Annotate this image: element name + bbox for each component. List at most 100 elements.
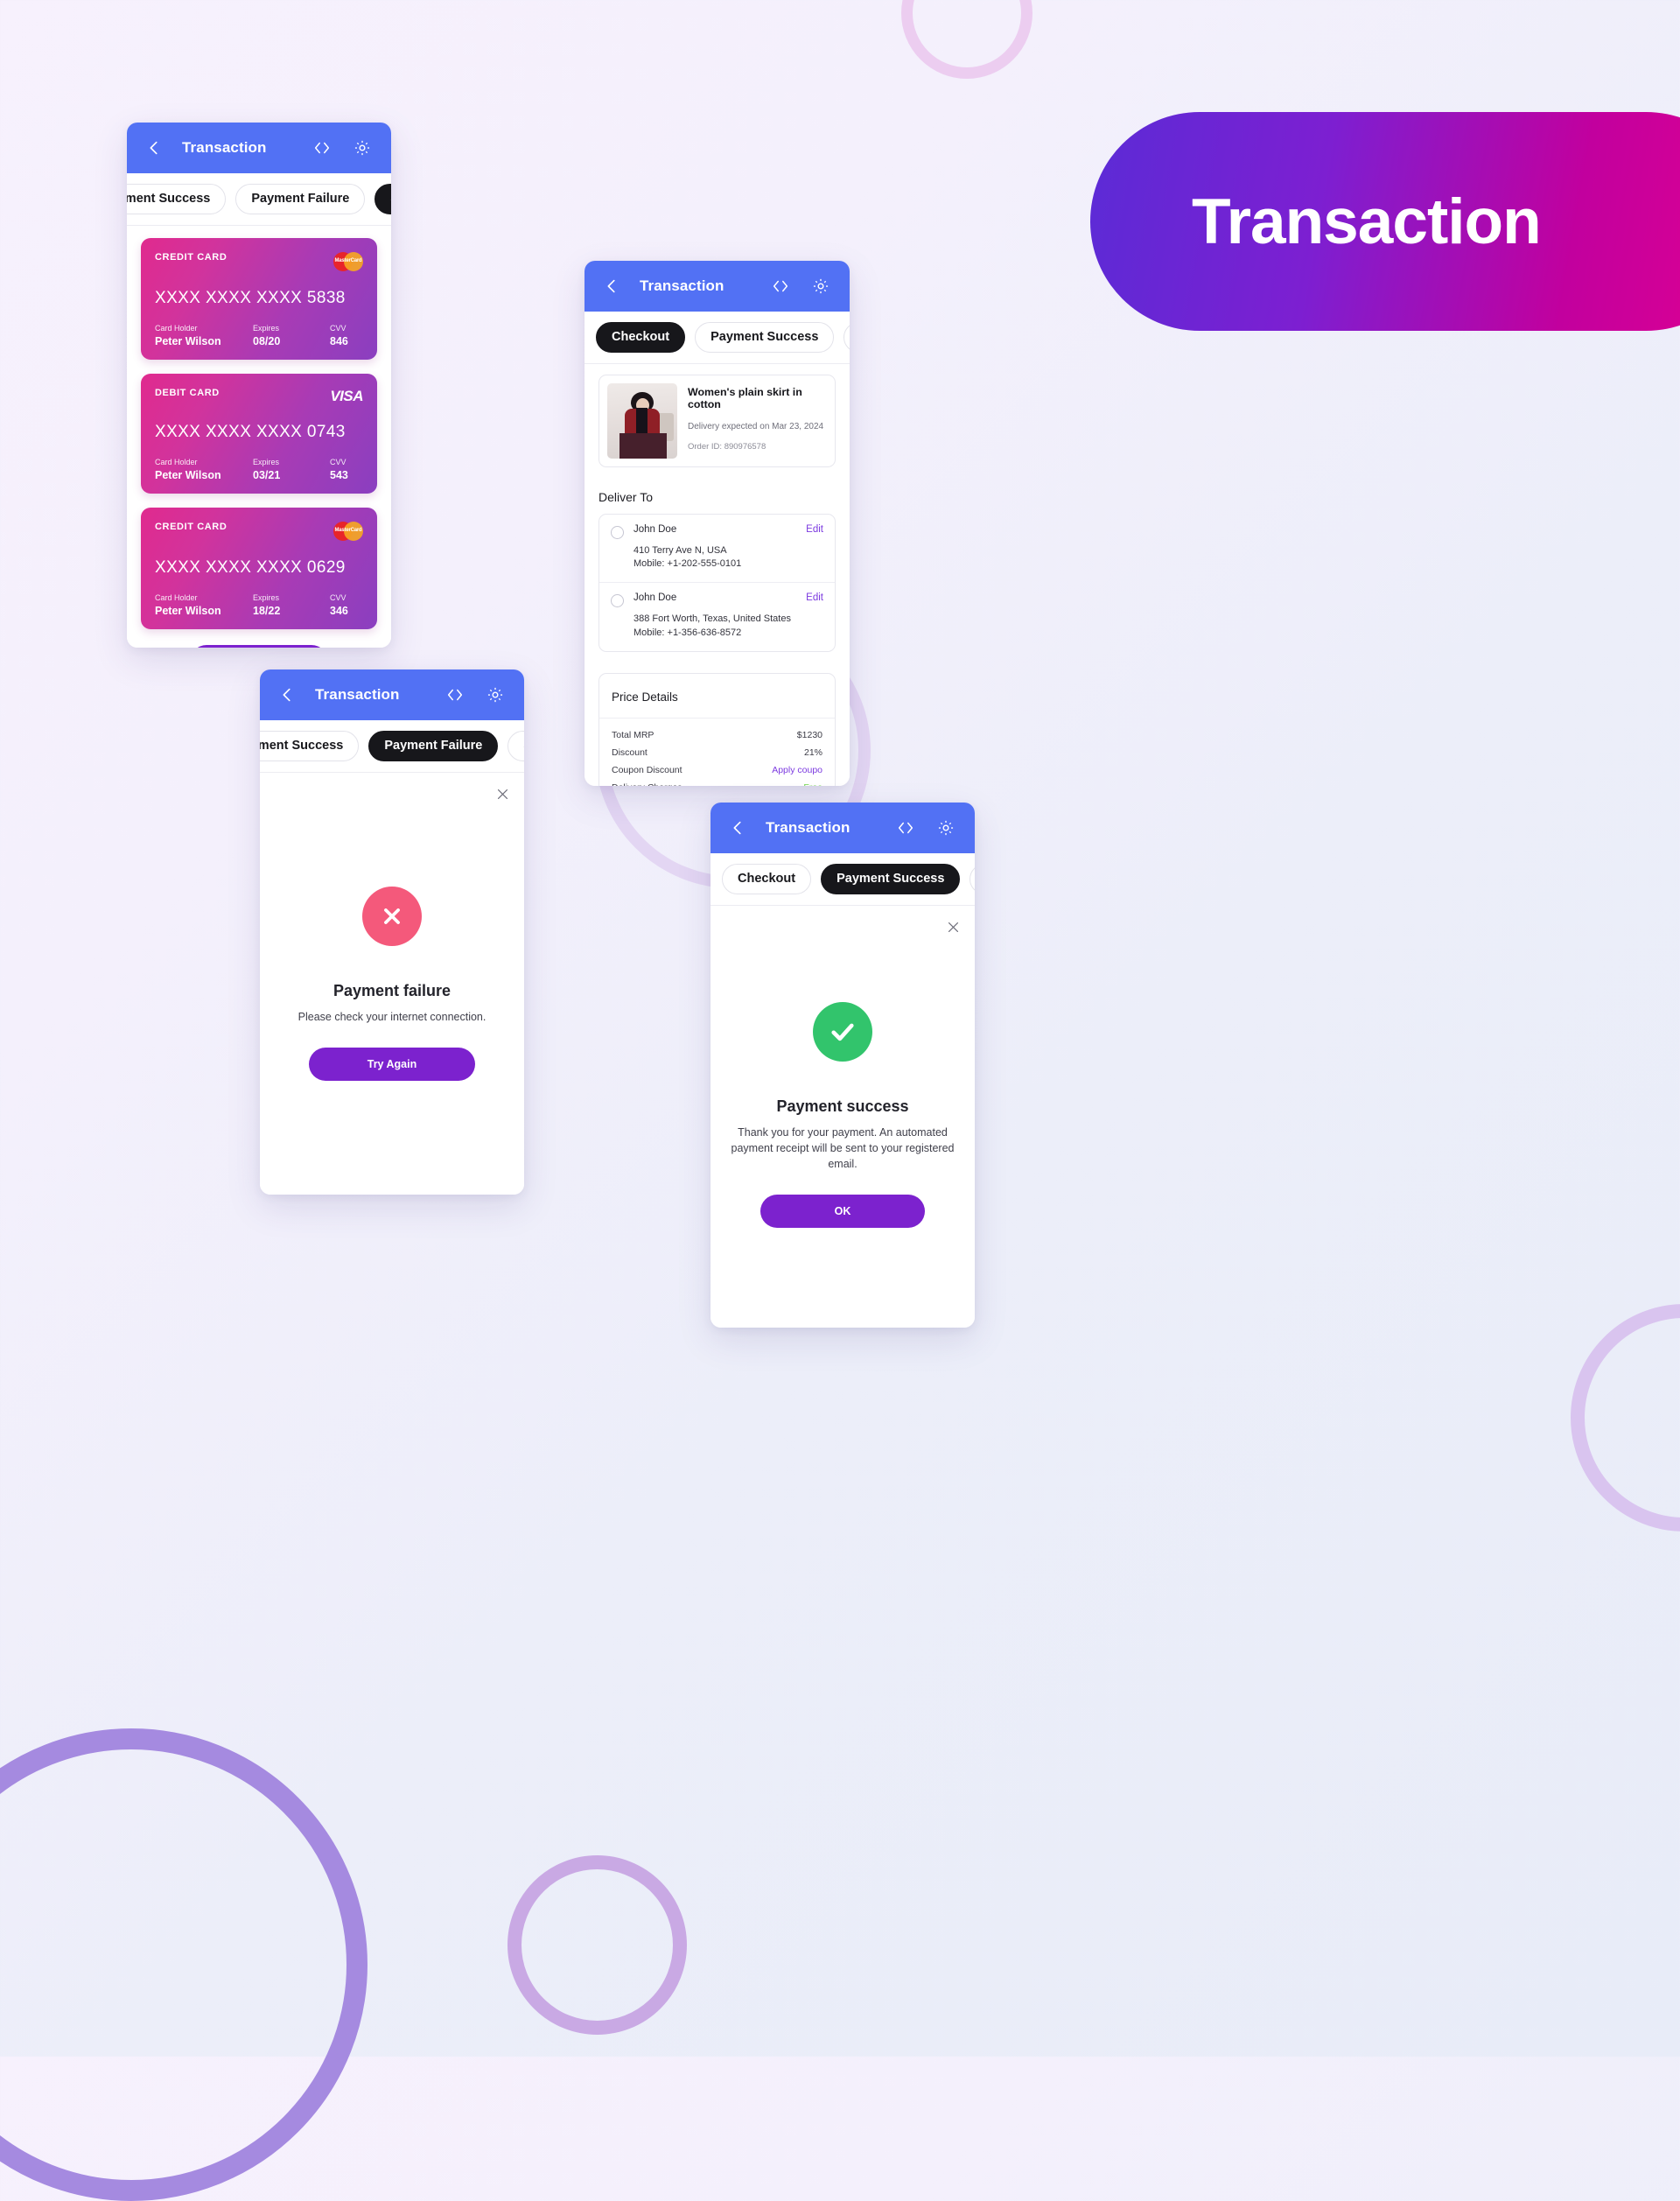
chevron-left-icon[interactable] [602,277,621,296]
saved-card-item[interactable]: CREDIT CARD MasterCard XXXX XXXX XXXX 58… [141,238,377,360]
card-holder-label: Card Holder [155,458,198,466]
address-option[interactable]: John Doe Edit 410 Terry Ave N, USA Mobil… [599,515,835,582]
phone-screen-payment-failure: Transaction Payment Success Payment Fail… [260,669,524,1195]
tab-checkout[interactable]: Checkout [722,864,812,894]
chevron-left-icon[interactable] [144,138,164,158]
edit-address-link[interactable]: Edit [806,592,823,603]
ok-button[interactable]: OK [760,1195,925,1229]
card-number: XXXX XXXX XXXX 0743 [155,423,346,441]
close-icon[interactable] [495,787,510,802]
code-icon[interactable] [896,818,915,838]
price-row: Total MRP $1230 [612,726,822,744]
card-expires-value: 03/21 [253,469,281,481]
code-icon[interactable] [445,685,465,704]
address-option[interactable]: John Doe Edit 388 Fort Worth, Texas, Uni… [599,582,835,650]
card-holder-value: Peter Wilson [155,335,221,347]
tab-payment-failure[interactable]: Payment Failure [235,184,366,214]
chevron-left-icon[interactable] [728,818,747,838]
decorative-ring-bottom-large [0,1728,368,2201]
card-cvv-label: CVV [330,324,346,333]
status-title: Payment failure [332,982,452,999]
check-circle-icon [813,1002,872,1062]
status-message: Please check your internet connection. [298,1011,486,1023]
price-row-key: Coupon Discount [612,764,682,775]
appbar: Transaction [710,803,975,853]
address-list: John Doe Edit 410 Terry Ave N, USA Mobil… [598,514,836,652]
decorative-ring-top [901,0,1032,79]
checkout-body: Women's plain skirt in cotton Delivery e… [584,364,850,786]
price-row-key: Total MRP [612,729,654,740]
card-expires-label: Expires [253,458,280,466]
address-line-1: 410 Terry Ave N, USA [634,545,727,556]
address-line-1: 388 Fort Worth, Texas, United States [634,613,791,625]
edit-address-link[interactable]: Edit [806,524,823,535]
appbar-title: Transaction [640,277,724,294]
mastercard-wordmark: MasterCard [334,258,362,263]
chevron-left-icon[interactable] [277,685,297,704]
try-again-button[interactable]: Try Again [309,1048,475,1082]
card-number: XXXX XXXX XXXX 5838 [155,289,346,307]
phone-screen-saved-cards: Transaction Payment Success Payment Fail… [127,123,391,648]
order-product-card[interactable]: Women's plain skirt in cotton Delivery e… [598,375,836,467]
price-details-heading: Price Details [599,674,835,718]
add-card-footer: ADD NEW CARD [141,643,377,648]
tab-payment-success[interactable]: Payment Success [127,184,227,214]
saved-card-item[interactable]: CREDIT CARD MasterCard XXXX XXXX XXXX 06… [141,508,377,629]
card-expires-value: 08/20 [253,335,281,347]
mastercard-icon: MasterCard [333,522,363,541]
price-row-value: Free [803,782,822,786]
code-icon[interactable] [312,138,332,158]
close-icon[interactable] [946,920,961,935]
payment-success-body: Payment success Thank you for your payme… [710,906,975,1328]
appbar-title: Transaction [315,686,400,703]
product-delivery-date: Delivery expected on Mar 23, 2024 [688,422,824,431]
appbar: Transaction [127,123,391,173]
price-row: Discount 21% [612,744,822,761]
appbar: Transaction [584,261,850,312]
product-thumbnail [607,383,677,459]
card-holder-label: Card Holder [155,324,198,333]
payment-failure-body: Payment failure Please check your intern… [260,773,524,1195]
card-kind-label: DEBIT CARD [155,388,220,398]
tab-payment-failure[interactable]: Payment Failure [368,731,499,761]
card-holder-value: Peter Wilson [155,605,221,617]
price-row-key: Discount [612,747,648,758]
gear-icon[interactable] [936,818,956,838]
code-icon[interactable] [771,277,790,296]
tab-saved-cards[interactable]: Saved Cards [508,731,524,761]
tab-bar: Payment Success Payment Failure Saved Ca… [127,173,391,226]
address-line-2: Mobile: +1-356-636-8572 [634,627,742,638]
price-row-value: 21% [803,747,822,758]
address-radio[interactable] [611,526,624,539]
page-title: Transaction [1192,186,1542,257]
decorative-ring-bottom-small [508,1855,687,2035]
card-expires-label: Expires [253,324,280,333]
tab-payment-success[interactable]: Payment Success [260,731,360,761]
add-new-card-button[interactable]: ADD NEW CARD [190,645,328,648]
price-row-key: Delivery Charges [612,782,682,786]
address-radio[interactable] [611,594,624,608]
gear-icon[interactable] [811,277,830,296]
tab-payment-success[interactable]: Payment Success [695,322,835,353]
gear-icon[interactable] [486,685,505,704]
card-kind-label: CREDIT CARD [155,252,228,263]
address-name: John Doe [634,524,677,535]
product-title: Women's plain skirt in cotton [688,386,802,410]
tab-payment-failure[interactable]: Payment Failure [970,864,975,894]
tab-payment-success[interactable]: Payment Success [821,864,961,894]
card-kind-label: CREDIT CARD [155,522,228,532]
gear-icon[interactable] [353,138,372,158]
phone-screen-payment-success: Transaction Checkout Payment Success Pay… [710,803,975,1328]
apply-coupon-link[interactable]: Apply coupo [772,765,822,775]
mastercard-wordmark: MasterCard [334,528,362,533]
tab-bar: Checkout Payment Success Payment Failure [584,312,850,364]
card-number: XXXX XXXX XXXX 0629 [155,558,346,577]
tab-bar: Checkout Payment Success Payment Failure [710,853,975,906]
tab-bar: Payment Success Payment Failure Saved Ca… [260,720,524,773]
saved-card-item[interactable]: DEBIT CARD VISA XXXX XXXX XXXX 0743 Card… [141,374,377,494]
tab-payment-failure[interactable]: Payment Failure [844,322,850,353]
tab-saved-cards[interactable]: Saved Cards [374,184,391,214]
tab-checkout[interactable]: Checkout [596,322,686,353]
status-message: Thank you for your payment. An automated… [731,1126,955,1171]
address-name: John Doe [634,592,677,604]
